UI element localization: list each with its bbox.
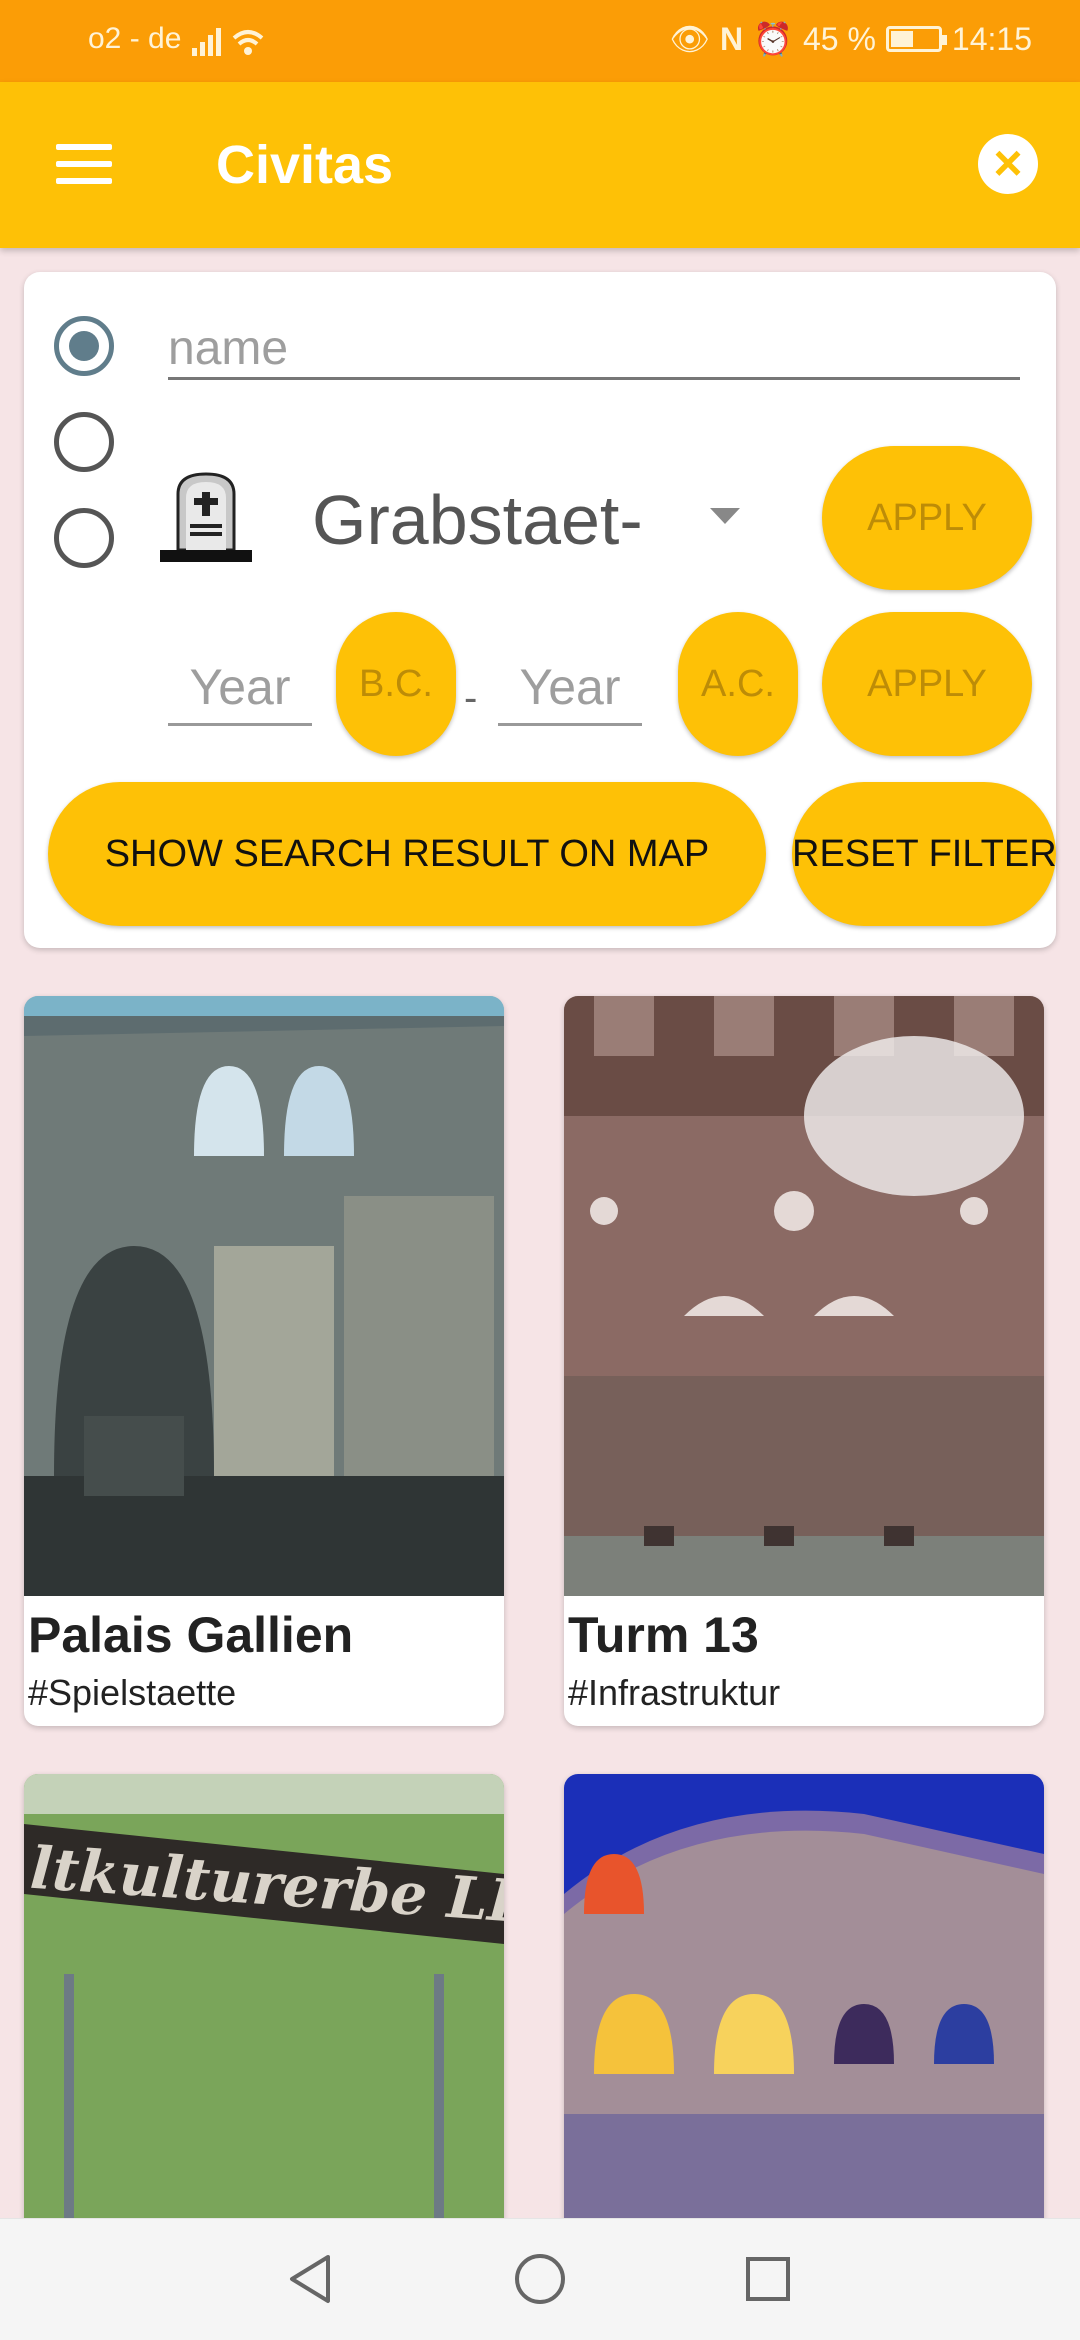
eye-icon: 👁 — [669, 21, 711, 57]
radio-year-filter[interactable] — [54, 508, 114, 568]
category-select-value: Grabstaet- — [312, 481, 643, 559]
result-card[interactable]: Palais Gallien #Spielstaette — [24, 996, 504, 1726]
reset-filter-button[interactable]: RESET FILTER — [792, 782, 1057, 926]
close-icon[interactable]: × — [978, 134, 1038, 194]
radio-category-filter[interactable] — [54, 412, 114, 472]
radio-name-filter[interactable] — [54, 316, 114, 376]
system-nav-bar — [0, 2218, 1080, 2340]
year-range-dash: - — [464, 676, 478, 720]
back-triangle-icon[interactable] — [280, 2249, 340, 2309]
year-to-input[interactable] — [498, 650, 642, 726]
bc-toggle-button[interactable]: B.C. — [336, 612, 456, 756]
palais-gallien-photo — [24, 996, 504, 1596]
status-bar: o2 - de 👁 N ⏰ 45 % 14:15 — [0, 0, 1080, 82]
alarm-icon: ⏰ — [753, 21, 793, 57]
status-icons: 👁 N ⏰ 45 % 14:15 — [669, 20, 1032, 58]
result-card[interactable]: Turm 13 #Infrastruktur — [564, 996, 1044, 1726]
result-tag: #Spielstaette — [28, 1672, 237, 1713]
apply-year-button[interactable]: APPLY — [822, 612, 1032, 756]
year-from-input[interactable] — [168, 650, 312, 726]
battery-icon — [885, 26, 947, 52]
dropdown-arrow-icon[interactable] — [710, 508, 740, 524]
home-circle-icon[interactable] — [510, 2249, 570, 2309]
turm-13-photo — [564, 996, 1044, 1596]
name-input[interactable] — [168, 320, 1020, 380]
app-bar: Civitas × — [0, 82, 1080, 248]
signal-wifi-icon — [192, 28, 264, 56]
app-title: Civitas — [216, 135, 394, 195]
show-search-result-on-map-button[interactable]: SHOW SEARCH RESULT ON MAP — [48, 782, 766, 926]
hamburger-menu-icon[interactable] — [56, 144, 112, 184]
ac-toggle-button[interactable]: A.C. — [678, 612, 798, 756]
result-title: Palais Gallien — [28, 1607, 354, 1663]
gravestone-icon — [160, 472, 252, 562]
result-tag: #Infrastruktur — [568, 1672, 781, 1713]
apply-category-button[interactable]: APPLY — [822, 446, 1032, 590]
recents-square-icon[interactable] — [738, 2249, 798, 2309]
result-title: Turm 13 — [568, 1607, 759, 1663]
nfc-icon: N — [720, 20, 744, 57]
clock: 14:15 — [951, 20, 1032, 57]
filter-card: Grabstaet- APPLY B.C. - A.C. APPLY SHOW … — [24, 272, 1057, 948]
battery-percent: 45 % — [802, 20, 876, 57]
carrier-label: o2 - de — [88, 22, 182, 55]
